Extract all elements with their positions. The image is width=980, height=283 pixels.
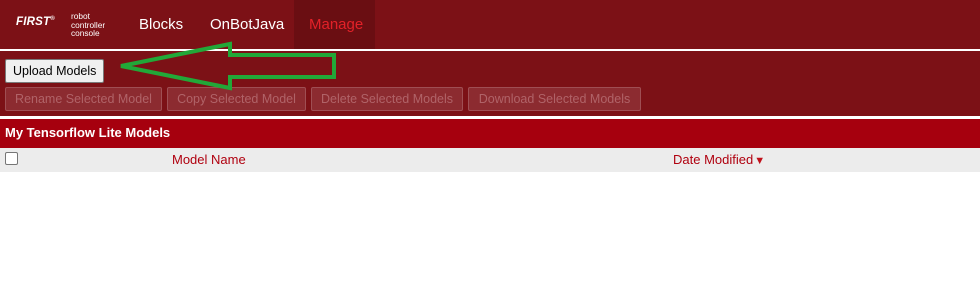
upload-models-button[interactable]: Upload Models xyxy=(5,59,105,83)
rename-selected-model-button[interactable]: Rename Selected Model xyxy=(5,87,162,111)
first-logo[interactable]: FIRST® robot controller console xyxy=(15,0,115,49)
date-modified-column-header[interactable]: Date Modified▼ xyxy=(673,152,765,167)
sort-descending-icon: ▼ xyxy=(754,155,766,167)
copy-selected-model-button[interactable]: Copy Selected Model xyxy=(167,87,306,111)
brand-subtitle-line: console xyxy=(71,28,100,39)
download-selected-models-button[interactable]: Download Selected Models xyxy=(468,87,641,111)
select-all-checkbox[interactable] xyxy=(5,152,18,165)
brand-subtitle: robot controller console xyxy=(71,12,105,38)
nav-tab-blocks[interactable]: Blocks xyxy=(124,0,198,49)
delete-selected-models-button[interactable]: Delete Selected Models xyxy=(311,87,463,111)
date-modified-label: Date Modified xyxy=(673,152,754,167)
top-navbar: FIRST® robot controller console Blocks O… xyxy=(0,0,980,49)
nav-tab-manage[interactable]: Manage xyxy=(294,0,375,49)
models-table-header xyxy=(0,148,980,172)
model-name-column-header[interactable]: Model Name xyxy=(172,152,246,167)
brand-first-text: FIRST® xyxy=(16,16,55,28)
model-toolbar: Upload Models Rename Selected Model Copy… xyxy=(0,51,980,116)
nav-tab-onbotjava[interactable]: OnBotJava xyxy=(195,0,299,49)
models-section-title: My Tensorflow Lite Models xyxy=(0,119,980,148)
manage-page: FIRST® robot controller console Blocks O… xyxy=(0,0,980,283)
